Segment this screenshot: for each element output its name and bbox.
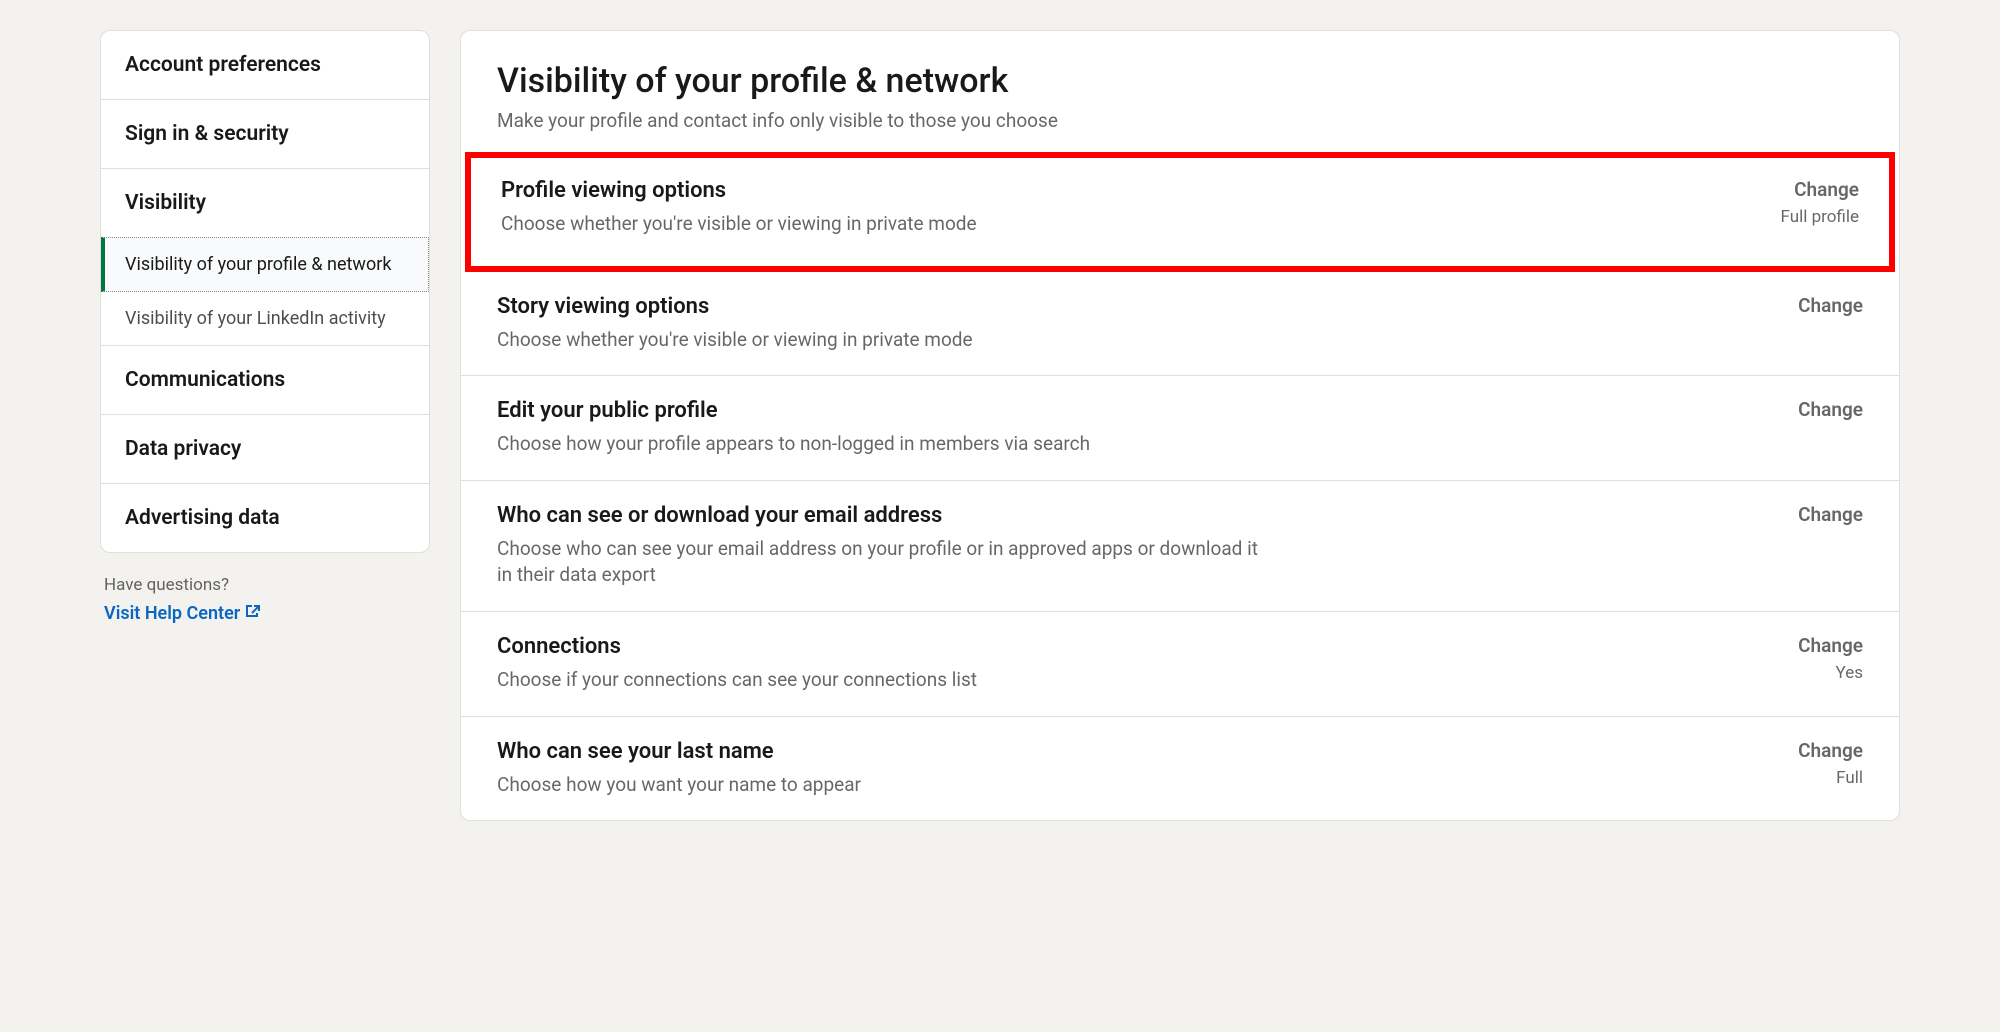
change-link[interactable]: Change (1798, 294, 1863, 317)
help-link-label: Visit Help Center (104, 603, 240, 624)
change-link[interactable]: Change (1798, 503, 1863, 526)
setting-desc: Choose who can see your email address on… (497, 536, 1277, 589)
setting-desc: Choose whether you're visible or viewing… (497, 327, 1277, 354)
setting-value: Full (1798, 768, 1863, 788)
setting-email-address-visibility[interactable]: Who can see or download your email addre… (461, 480, 1899, 611)
setting-title: Profile viewing options (501, 178, 1281, 203)
sidebar-item-signin-security[interactable]: Sign in & security (101, 100, 429, 169)
setting-title: Connections (497, 634, 1277, 659)
setting-desc: Choose whether you're visible or viewing… (501, 211, 1281, 238)
setting-last-name-visibility[interactable]: Who can see your last name Choose how yo… (461, 716, 1899, 821)
setting-story-viewing-options[interactable]: Story viewing options Choose whether you… (461, 272, 1899, 376)
setting-title: Who can see or download your email addre… (497, 503, 1277, 528)
sidebar-item-account-preferences[interactable]: Account preferences (101, 31, 429, 100)
help-section: Have questions? Visit Help Center (100, 575, 430, 624)
page-title: Visibility of your profile & network (497, 61, 1863, 101)
setting-title: Story viewing options (497, 294, 1277, 319)
sidebar-nav: Account preferences Sign in & security V… (100, 30, 430, 553)
sidebar-item-data-privacy[interactable]: Data privacy (101, 415, 429, 484)
change-link[interactable]: Change (1798, 739, 1863, 762)
change-link[interactable]: Change (1798, 634, 1863, 657)
change-link[interactable]: Change (1798, 398, 1863, 421)
setting-value: Full profile (1781, 207, 1859, 227)
sidebar-subitem-linkedin-activity[interactable]: Visibility of your LinkedIn activity (101, 292, 429, 345)
setting-connections[interactable]: Connections Choose if your connections c… (461, 611, 1899, 716)
setting-title: Edit your public profile (497, 398, 1277, 423)
help-question-text: Have questions? (104, 575, 430, 595)
page-subtitle: Make your profile and contact info only … (497, 109, 1863, 132)
change-link[interactable]: Change (1781, 178, 1859, 201)
sidebar-item-advertising-data[interactable]: Advertising data (101, 484, 429, 552)
setting-title: Who can see your last name (497, 739, 1277, 764)
sidebar-item-visibility[interactable]: Visibility (101, 169, 429, 237)
setting-desc: Choose if your connections can see your … (497, 667, 1277, 694)
setting-profile-viewing-options[interactable]: Profile viewing options Choose whether y… (465, 152, 1895, 272)
setting-desc: Choose how your profile appears to non-l… (497, 431, 1277, 458)
help-center-link[interactable]: Visit Help Center (104, 603, 260, 624)
sidebar-subitem-profile-network[interactable]: Visibility of your profile & network (101, 237, 429, 292)
main-panel: Visibility of your profile & network Mak… (460, 30, 1900, 821)
setting-value: Yes (1798, 663, 1863, 683)
sidebar-item-communications[interactable]: Communications (101, 346, 429, 415)
setting-desc: Choose how you want your name to appear (497, 772, 1277, 799)
main-header: Visibility of your profile & network Mak… (461, 61, 1899, 152)
setting-edit-public-profile[interactable]: Edit your public profile Choose how your… (461, 375, 1899, 480)
external-link-icon (244, 603, 260, 624)
sidebar-subgroup-visibility: Visibility of your profile & network Vis… (101, 237, 429, 346)
